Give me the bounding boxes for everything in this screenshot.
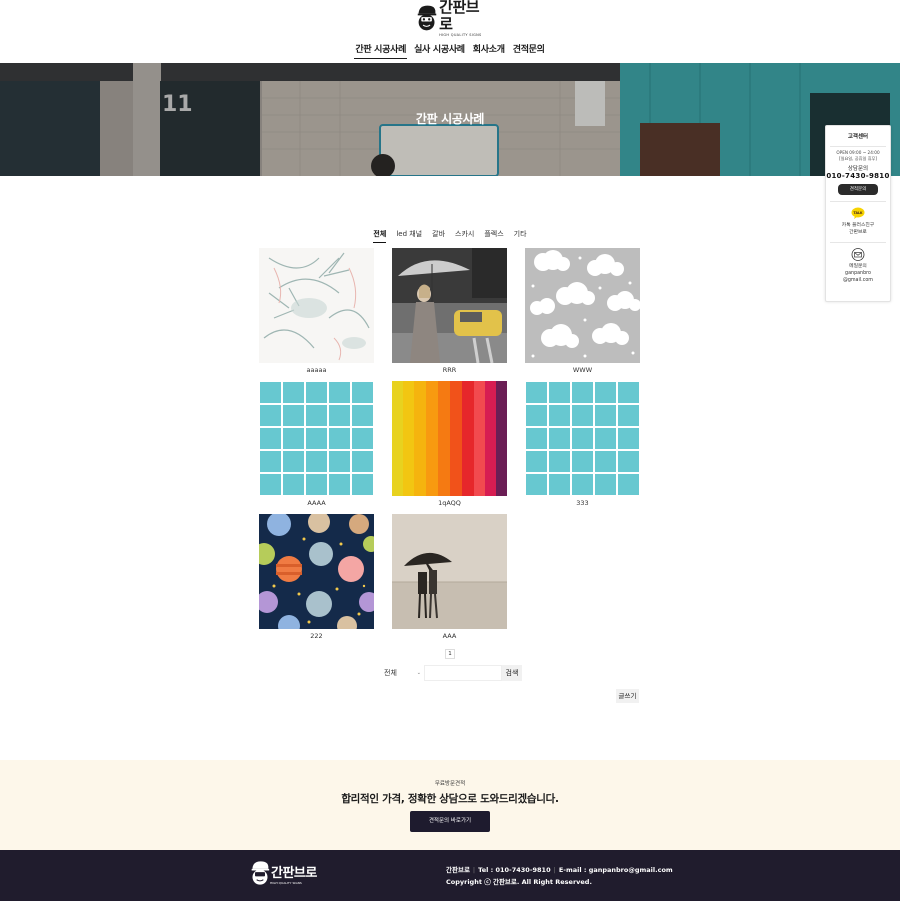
footer-info: 간판브로 | Tel : 010-7430-9810 | E-mail : ganpan… (446, 864, 673, 888)
footer-email: E-mail : ganpanbro@gmail.com (558, 866, 673, 874)
mascot-face-icon (417, 5, 437, 31)
cta-estimate-button[interactable]: 견적문의 바로가기 (410, 811, 490, 832)
gallery-caption: WWW (572, 366, 593, 374)
side-phone-number[interactable]: 010-7430-9810 (826, 172, 890, 180)
gallery-item[interactable]: 333 (525, 381, 640, 507)
gallery-item[interactable]: AAAA (259, 381, 374, 507)
hero-banner: 11 간판 시공사례 (0, 63, 900, 176)
brand-name: 간판브로 (439, 0, 480, 33)
mail-address-1[interactable]: ganpanbro (826, 270, 890, 277)
kakao-label[interactable]: 카톡 플러스친구 (826, 222, 890, 229)
side-title: 고객센터 (847, 134, 869, 140)
street-photo-image (392, 248, 507, 363)
gallery-item[interactable]: WWW (525, 248, 640, 374)
mascot-face-icon (251, 861, 270, 885)
mail-icon[interactable] (851, 248, 865, 261)
footer-copyright: Copyright ⓒ 간판브로. All Right Reserved. (446, 878, 592, 886)
cloud-pattern-image (525, 248, 640, 363)
umbrella-photo-image (392, 514, 507, 629)
svg-text:TALK: TALK (854, 211, 863, 215)
tab-etc[interactable]: 기타 (514, 229, 527, 243)
kakao-talk-icon[interactable]: TALK (851, 207, 865, 219)
gallery-item[interactable]: AAA (392, 514, 507, 640)
gallery-item[interactable]: 222 (259, 514, 374, 640)
gallery-caption: AAAA (307, 499, 326, 507)
divider: | (472, 866, 476, 874)
teal-grid-image (259, 381, 374, 496)
gallery-caption: 333 (576, 499, 589, 507)
search-scope-value: 전체 (384, 669, 397, 677)
gallery-caption: 1qAQQ (438, 499, 461, 507)
nav-about[interactable]: 회사소개 (472, 42, 506, 59)
nav-estimate[interactable]: 견적문의 (512, 42, 546, 59)
tab-led-channel[interactable]: led 채널 (396, 229, 422, 243)
side-hours-note: [일요일, 공휴일 휴무] (838, 156, 878, 161)
divider (830, 242, 886, 243)
search-scope-select[interactable]: 전체 ⌄ (380, 665, 424, 681)
gallery-item[interactable]: 1qAQQ (392, 381, 507, 507)
hero-title: 간판 시공사례 (415, 112, 485, 126)
mail-address-2[interactable]: @gmail.com (826, 277, 890, 284)
nav-print-cases[interactable]: 실사 시공사례 (413, 42, 466, 59)
tab-scasi[interactable]: 스카시 (455, 229, 474, 243)
footer-logo[interactable]: 간판브로 HIGH QUALITY SIGNS (250, 860, 317, 886)
planet-pattern-image (259, 514, 374, 629)
side-estimate-button[interactable]: 견적문의 (838, 184, 878, 195)
footer-tel: Tel : 010-7430-9810 (478, 866, 551, 874)
category-tabs: 전체 led 채널 갈바 스카시 플렉스 기타 (0, 229, 900, 243)
footer-company: 간판브로 (446, 866, 470, 874)
search-button[interactable]: 검색 (502, 665, 522, 681)
pagination-page-1[interactable]: 1 (445, 649, 455, 659)
divider (830, 201, 886, 202)
estimate-cta-section: 무료방문견적 합리적인 가격, 정확한 상담으로 도와드리겠습니다. 견적문의 … (0, 760, 900, 850)
teal-grid-image (525, 381, 640, 496)
gallery-caption: RRR (442, 366, 457, 374)
main-nav: 간판 시공사례 실사 시공사례 회사소개 견적문의 (0, 42, 900, 59)
tab-all[interactable]: 전체 (373, 229, 387, 243)
side-phone-label: 상담문의 (847, 166, 869, 172)
kakao-account: 간판브로 (849, 230, 867, 235)
site-footer: 간판브로 HIGH QUALITY SIGNS 간판브로 | Tel : 010-7… (0, 850, 900, 901)
gallery-caption: AAA (442, 632, 457, 640)
color-stripes-image (392, 381, 507, 496)
gallery-caption: aaaaa (306, 366, 327, 374)
chevron-down-icon: ⌄ (416, 670, 421, 676)
brand-tagline: HIGH QUALITY SIGNS (439, 33, 482, 37)
tab-galva[interactable]: 갈바 (432, 229, 445, 243)
customer-center-widget: 고객센터 OPEN 09:00 ~ 24:00 [일요일, 공휴일 휴무] 상담… (825, 125, 891, 302)
footer-brand-tagline: HIGH QUALITY SIGNS (270, 880, 302, 885)
mail-label: 메일문의 (849, 264, 867, 269)
divider (830, 146, 886, 147)
divider: | (553, 866, 556, 874)
brand-logo[interactable]: 간판브로 HIGH QUALITY SIGNS (416, 0, 486, 37)
gallery-item[interactable]: aaaaa (259, 248, 374, 374)
gallery-caption: 222 (310, 632, 323, 640)
search-bar: 전체 ⌄ 검색 (380, 665, 522, 681)
footer-brand-name: 간판브로 (271, 865, 317, 881)
cta-headline: 합리적인 가격, 정확한 상담으로 도와드리겠습니다. (341, 793, 559, 805)
leaf-pattern-image (259, 248, 374, 363)
site-header: 간판브로 HIGH QUALITY SIGNS 간판 시공사례 실사 시공사례 … (0, 0, 900, 63)
write-button[interactable]: 글쓰기 (616, 689, 639, 703)
tab-flex[interactable]: 플렉스 (484, 229, 503, 243)
search-input[interactable] (424, 665, 502, 681)
gallery-item[interactable]: RRR (392, 248, 507, 374)
nav-sign-cases[interactable]: 간판 시공사례 (354, 42, 408, 59)
cta-subtitle: 무료방문견적 (434, 781, 466, 787)
